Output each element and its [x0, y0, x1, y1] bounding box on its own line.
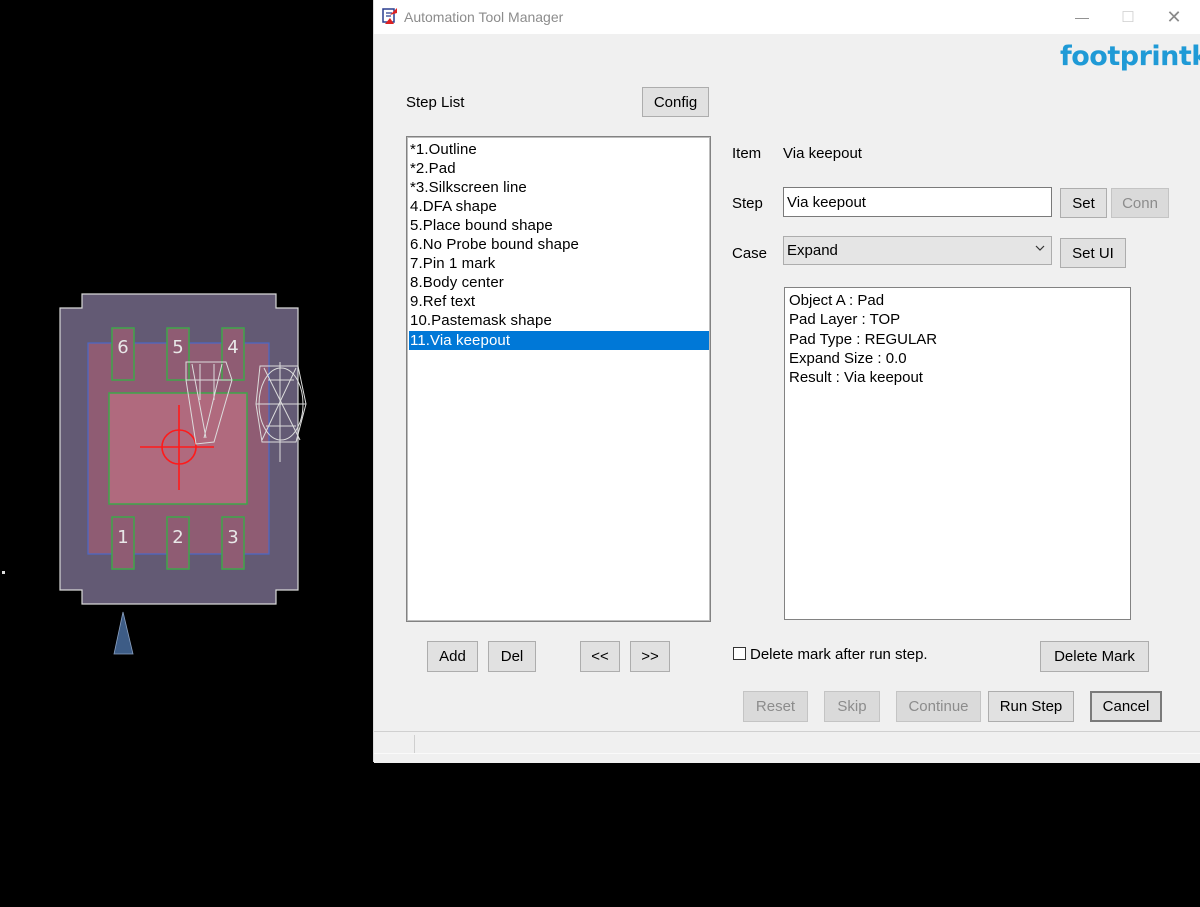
app-icon	[382, 8, 397, 24]
maximize-icon: ☐	[1121, 9, 1135, 26]
list-item[interactable]: *2.Pad	[409, 159, 709, 178]
reset-button[interactable]: Reset	[743, 691, 808, 722]
automation-tool-manager-window: Automation Tool Manager — ☐ ✕ footprintk…	[373, 0, 1200, 763]
list-item[interactable]: *1.Outline	[409, 140, 709, 159]
detail-line: Expand Size : 0.0	[789, 349, 907, 367]
run-step-button[interactable]: Run Step	[988, 691, 1074, 722]
add-button[interactable]: Add	[427, 641, 478, 672]
del-button[interactable]: Del	[488, 641, 536, 672]
delete-mark-checkbox-label: Delete mark after run step.	[750, 646, 928, 663]
minimize-icon: —	[1075, 9, 1089, 25]
case-label: Case	[732, 245, 768, 262]
chevron-down-icon	[1035, 245, 1045, 251]
detail-line: Result : Via keepout	[789, 369, 923, 387]
window-bottom-edge	[374, 753, 1200, 763]
set-button[interactable]: Set	[1060, 188, 1107, 218]
step-list-label: Step List	[406, 94, 465, 111]
list-item[interactable]: 4.DFA shape	[409, 197, 709, 216]
skip-button[interactable]: Skip	[824, 691, 880, 722]
move-down-button[interactable]: >>	[630, 641, 670, 672]
item-value: Via keepout	[783, 145, 862, 162]
pin-label: 4	[227, 337, 238, 358]
pin-label: 3	[227, 527, 238, 548]
set-ui-button[interactable]: Set UI	[1060, 238, 1126, 268]
detail-line: Object A : Pad	[789, 292, 885, 309]
pin-label: 5	[172, 337, 183, 358]
title-bar: Automation Tool Manager — ☐ ✕	[374, 0, 1200, 34]
cancel-button[interactable]: Cancel	[1090, 691, 1162, 722]
delete-mark-button[interactable]: Delete Mark	[1040, 641, 1149, 672]
delete-mark-checkbox[interactable]	[733, 647, 746, 660]
config-button[interactable]: Config	[642, 87, 709, 117]
window-title: Automation Tool Manager	[404, 9, 564, 25]
list-item-selected[interactable]: 11.Via keepout	[409, 331, 709, 350]
pin-label: 2	[172, 527, 183, 548]
cad-viewport[interactable]: 6 5 4 1 2 3	[0, 0, 372, 907]
pin-label: 6	[117, 337, 128, 358]
list-item[interactable]: 8.Body center	[409, 273, 709, 292]
detail-line: Pad Layer : TOP	[789, 311, 901, 329]
conn-button[interactable]: Conn	[1111, 188, 1169, 218]
case-dropdown-value: Expand	[787, 242, 838, 259]
footprintku-logo: footprintku	[1060, 41, 1200, 72]
step-label: Step	[732, 195, 763, 212]
list-item[interactable]: 7.Pin 1 mark	[409, 254, 709, 273]
step-input[interactable]: Via keepout	[783, 187, 1052, 217]
step-list[interactable]: *1.Outline *2.Pad *3.Silkscreen line 4.D…	[406, 136, 711, 622]
case-dropdown[interactable]: Expand	[783, 236, 1052, 265]
status-bar	[374, 731, 1200, 754]
list-item[interactable]: 9.Ref text	[409, 292, 709, 311]
status-bar-divider	[414, 735, 415, 753]
step-detail-box: Object A : Pad Pad Layer : TOP Pad Type …	[784, 287, 1131, 620]
list-item[interactable]: 5.Place bound shape	[409, 216, 709, 235]
center-pad	[108, 392, 248, 505]
list-item[interactable]: 10.Pastemask shape	[409, 311, 709, 330]
list-item[interactable]: *3.Silkscreen line	[409, 178, 709, 197]
detail-line: Pad Type : REGULAR	[789, 330, 938, 348]
maximize-button[interactable]: ☐	[1105, 3, 1151, 31]
minimize-button[interactable]: —	[1059, 3, 1105, 31]
move-up-button[interactable]: <<	[580, 641, 620, 672]
list-item[interactable]: 6.No Probe bound shape	[409, 235, 709, 254]
pin-label: 1	[117, 527, 128, 548]
item-label: Item	[732, 145, 762, 162]
continue-button[interactable]: Continue	[896, 691, 981, 722]
close-button[interactable]: ✕	[1151, 3, 1197, 31]
close-icon: ✕	[1166, 6, 1182, 27]
